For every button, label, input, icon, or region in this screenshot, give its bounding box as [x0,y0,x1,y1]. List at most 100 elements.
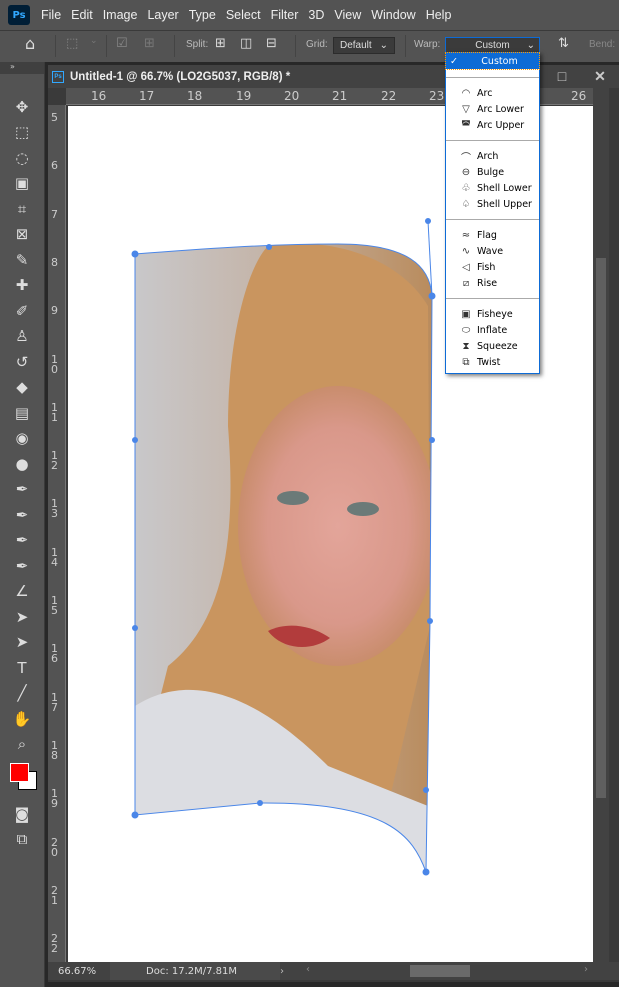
zoom-tool-icon[interactable]: ⌕ [0,732,44,758]
warp-label: Warp: [414,39,441,50]
brush-tool-icon[interactable]: ✐ [0,298,44,324]
warp-option-fish[interactable]: ◁ Fish [446,259,539,275]
ruler-label: 17 [139,89,155,103]
foreground-color-swatch[interactable] [10,763,29,782]
object-select-tool-icon[interactable]: ▣ [0,171,44,197]
warp-option-arc-upper[interactable]: ◚ Arc Upper [446,117,539,133]
vertical-scrollbar[interactable] [593,88,609,962]
menu-edit[interactable]: Edit [66,8,98,22]
rise-icon: ⧄ [462,277,470,289]
status-menu-arrow-icon[interactable]: › [280,966,300,977]
split-horizontal-icon[interactable]: ⊟ [266,36,277,51]
warp-option-arc-lower[interactable]: ▽ Arc Lower [446,101,539,117]
warp-option-bulge[interactable]: ⊖ Bulge [446,164,539,180]
clone-stamp-icon[interactable]: ♙ [0,324,44,350]
history-brush-icon[interactable]: ↺ [0,349,44,375]
status-bar: 66.67% Doc: 17.2M/7.81M › ‹ › [48,962,619,980]
warp-option-inflate[interactable]: ⬭ Inflate [446,322,539,338]
eyedropper-tool-icon[interactable]: ✎ [0,247,44,273]
menu-image[interactable]: Image [98,8,143,22]
eraser-tool-icon[interactable]: ◆ [0,375,44,401]
color-swatches[interactable] [0,757,44,801]
move-tool-icon[interactable]: ✥ [0,94,44,120]
menu-file[interactable]: File [36,8,66,22]
inflate-icon: ⬭ [461,324,471,336]
menu-view[interactable]: View [329,8,366,22]
menu-3d[interactable]: 3D [303,8,329,22]
ruler-label: 16 [91,89,107,103]
ruler-label: 6 [51,159,58,173]
shell-upper-icon: ♤ [461,198,471,210]
warp-option-wave[interactable]: ∿ Wave [446,243,539,259]
warp-option-twist[interactable]: ⧉ Twist [446,354,539,370]
line-tool-icon[interactable]: ╱ [0,681,44,707]
warp-option-arc[interactable]: ◠ Arc [446,85,539,101]
menu-type[interactable]: Type [184,8,221,22]
split-crosswise-icon[interactable]: ⊞ [215,36,226,51]
menu-window[interactable]: Window [366,8,420,22]
convert-point-icon[interactable]: ∠ [0,579,44,605]
home-icon[interactable]: ⌂ [25,34,35,53]
warp-option-flag[interactable]: ≈ Flag [446,227,539,243]
vertical-ruler: 5 6 7 8 9 10 11 12 13 14 15 16 17 18 19 20 21 22 [48,105,66,962]
gradient-tool-icon[interactable]: ▤ [0,400,44,426]
delete-anchor-icon[interactable]: ✒ [0,553,44,579]
collapse-toggle[interactable]: » [0,62,44,74]
warp-option-shell-lower[interactable]: ♧ Shell Lower [446,180,539,196]
maximize-button[interactable]: □ [543,65,581,87]
close-button[interactable]: ✕ [581,65,619,87]
change-warp-orientation-icon[interactable]: ⇅ [558,36,569,51]
bulge-icon: ⊖ [461,166,471,178]
checkmark-icon: ✓ [450,55,458,67]
freeform-pen-icon[interactable]: ✒ [0,502,44,528]
option-label: Fisheye [477,308,513,320]
option-label: Fish [477,261,496,273]
scroll-right-icon[interactable]: › [584,964,588,975]
warp-option-fisheye[interactable]: ▣ Fisheye [446,306,539,322]
ruler-label: 14 [51,545,58,569]
split-vertical-icon[interactable]: ◫ [240,36,252,51]
add-anchor-icon[interactable]: ✒ [0,528,44,554]
menu-select[interactable]: Select [221,8,266,22]
type-tool-icon[interactable]: T [0,655,44,681]
ruler-label: 20 [284,89,300,103]
warp-option-squeeze[interactable]: ⧗ Squeeze [446,338,539,354]
menu-help[interactable]: Help [421,8,457,22]
pen-tool-icon[interactable]: ✒ [0,477,44,503]
horizontal-scroll-thumb[interactable] [410,965,470,977]
menu-layer[interactable]: Layer [142,8,183,22]
marquee-tool-icon[interactable]: ⬚ [0,120,44,146]
zoom-level[interactable]: 66.67% [48,966,110,977]
option-label: Shell Lower [477,182,532,194]
warp-option-rise[interactable]: ⧄ Rise [446,275,539,291]
scrollbar-thumb[interactable] [596,258,606,798]
grid-points-icon[interactable]: ⊞ [144,36,155,51]
ruler-label: 12 [51,449,58,473]
direct-select-icon[interactable]: ➤ [0,630,44,656]
flag-icon: ≈ [461,229,471,241]
lasso-tool-icon[interactable]: ◌ [0,145,44,171]
warp-option-shell-upper[interactable]: ♤ Shell Upper [446,196,539,212]
path-select-icon[interactable]: ➤ [0,604,44,630]
scroll-left-icon[interactable]: ‹ [306,964,310,975]
hand-tool-icon[interactable]: ✋ [0,706,44,732]
quick-mask-icon[interactable]: ◙ [0,801,44,827]
crop-tool-icon[interactable]: ⌗ [0,196,44,222]
horizontal-scrollbar[interactable]: ‹ › [300,962,600,980]
frame-tool-icon[interactable]: ⊠ [0,222,44,248]
chevron-down-icon[interactable]: ⌄ [90,36,98,46]
ruler-label: 16 [51,642,58,666]
transform-mode-icon[interactable]: ⬚ [66,36,78,51]
dodge-tool-icon[interactable]: ● [0,451,44,477]
ruler-label: 26 [571,89,587,103]
blur-tool-icon[interactable]: ◉ [0,426,44,452]
warp-option-arch[interactable]: ⌒ Arch [446,148,539,164]
ruler-label: 19 [236,89,252,103]
screen-mode-icon[interactable]: ⧉ [0,827,44,853]
option-label: Rise [477,277,498,289]
healing-brush-icon[interactable]: ✚ [0,273,44,299]
warp-option-custom[interactable]: ✓ Custom [445,52,540,70]
checkbox-icon[interactable]: ☑ [116,36,128,51]
grid-select[interactable]: Default ⌄ [333,37,395,54]
menu-filter[interactable]: Filter [266,8,304,22]
